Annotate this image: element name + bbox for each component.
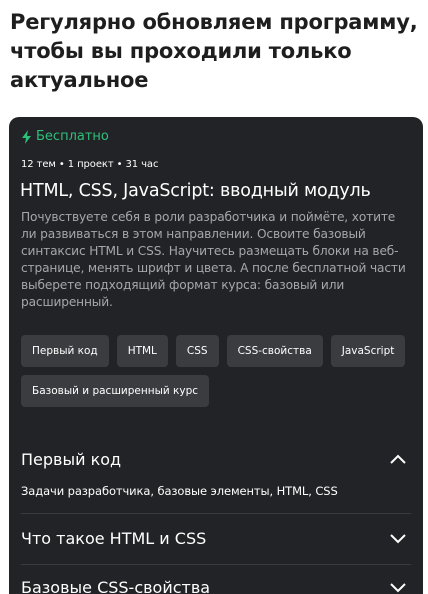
topic-tag: CSS-свойства	[226, 335, 323, 367]
accordion-header[interactable]: Первый код	[21, 444, 411, 474]
topic-tags: Первый код HTML CSS CSS-свойства JavaScr…	[21, 335, 413, 407]
topic-tag: JavaScript	[330, 335, 406, 367]
free-badge: Бесплатно	[21, 129, 109, 144]
accordion-header[interactable]: Базовые CSS-свойства	[21, 572, 411, 594]
accordion-title: Первый код	[21, 449, 122, 469]
divider	[21, 513, 411, 514]
module-card: Бесплатно 12 тем • 1 проект • 31 час HTM…	[9, 117, 423, 594]
module-title: HTML, CSS, JavaScript: вводный модуль	[20, 181, 371, 201]
accordion-body: Задачи разработчика, базовые элементы, H…	[21, 484, 338, 498]
section-heading: Регулярно обновляем программу, чтобы вы …	[10, 10, 418, 92]
free-badge-label: Бесплатно	[36, 129, 109, 144]
divider	[21, 564, 411, 565]
module-meta: 12 тем • 1 проект • 31 час	[21, 159, 159, 170]
chevron-up-icon[interactable]	[389, 453, 407, 465]
module-description: Почувствуете себя в роли разработчика и …	[21, 210, 406, 309]
accordion-title: Что такое HTML и CSS	[21, 528, 207, 548]
lightning-icon	[22, 129, 31, 144]
accordion-item-css-props[interactable]: Базовые CSS-свойства	[21, 572, 411, 594]
topic-tag: Базовый и расширенный курс	[21, 375, 210, 407]
topic-tag: HTML	[116, 335, 168, 367]
accordion-item-html-css[interactable]: Что такое HTML и CSS	[21, 523, 411, 553]
accordion-header[interactable]: Что такое HTML и CSS	[21, 523, 411, 553]
accordion-item-first-code[interactable]: Первый код Задачи разработчика, базовые …	[21, 444, 411, 498]
chevron-down-icon[interactable]	[389, 581, 407, 593]
topic-tag: CSS	[175, 335, 219, 367]
topic-tag: Первый код	[21, 335, 109, 367]
chevron-down-icon[interactable]	[389, 532, 407, 544]
accordion-title: Базовые CSS-свойства	[21, 577, 211, 594]
